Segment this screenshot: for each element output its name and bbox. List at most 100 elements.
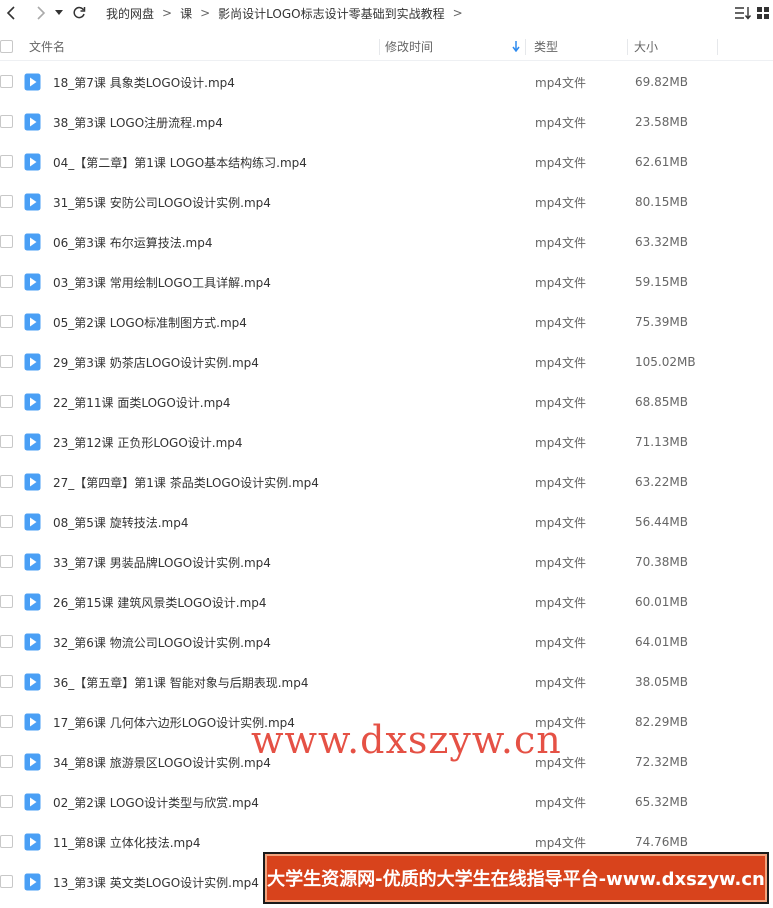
file-name[interactable]: 02_第2课 LOGO设计类型与欣赏.mp4 <box>53 794 259 811</box>
file-name[interactable]: 11_第8课 立体化技法.mp4 <box>53 834 200 851</box>
file-size: 23.58MB <box>635 115 688 129</box>
sort-list-icon <box>735 7 752 20</box>
file-size: 71.13MB <box>635 435 688 449</box>
file-row[interactable]: 08_第5课 旋转技法.mp4 mp4文件 56.44MB <box>0 502 773 542</box>
row-checkbox[interactable] <box>0 475 13 488</box>
row-checkbox[interactable] <box>0 595 13 608</box>
file-type: mp4文件 <box>535 235 586 250</box>
row-checkbox[interactable] <box>0 275 13 288</box>
file-row[interactable]: 27_【第四章】第1课 茶品类LOGO设计实例.mp4 mp4文件 63.22MB <box>0 462 773 502</box>
row-checkbox[interactable] <box>0 875 13 888</box>
file-size: 69.82MB <box>635 75 688 89</box>
row-checkbox[interactable] <box>0 315 13 328</box>
row-checkbox[interactable] <box>0 355 13 368</box>
breadcrumb-item-current[interactable]: 影尚设计LOGO标志设计零基础到实战教程 <box>216 5 446 22</box>
file-name[interactable]: 33_第7课 男装品牌LOGO设计实例.mp4 <box>53 554 271 571</box>
breadcrumb-item-root[interactable]: 我的网盘 <box>104 5 156 22</box>
file-row[interactable]: 38_第3课 LOGO注册流程.mp4 mp4文件 23.58MB <box>0 102 773 142</box>
video-file-icon <box>24 273 41 291</box>
row-checkbox[interactable] <box>0 75 13 88</box>
file-size: 80.15MB <box>635 195 688 209</box>
file-row[interactable]: 22_第11课 面类LOGO设计.mp4 mp4文件 68.85MB <box>0 382 773 422</box>
chevron-right-icon <box>37 6 46 20</box>
file-row[interactable]: 06_第3课 布尔运算技法.mp4 mp4文件 63.32MB <box>0 222 773 262</box>
row-checkbox[interactable] <box>0 755 13 768</box>
file-type: mp4文件 <box>535 515 586 530</box>
row-checkbox[interactable] <box>0 195 13 208</box>
file-row[interactable]: 04_【第二章】第1课 LOGO基本结构练习.mp4 mp4文件 62.61MB <box>0 142 773 182</box>
row-checkbox[interactable] <box>0 675 13 688</box>
file-row[interactable]: 29_第3课 奶茶店LOGO设计实例.mp4 mp4文件 105.02MB <box>0 342 773 382</box>
chevron-left-icon <box>6 6 15 20</box>
file-name[interactable]: 18_第7课 具象类LOGO设计.mp4 <box>53 74 235 91</box>
file-name[interactable]: 32_第6课 物流公司LOGO设计实例.mp4 <box>53 634 271 651</box>
file-row[interactable]: 05_第2课 LOGO标准制图方式.mp4 mp4文件 75.39MB <box>0 302 773 342</box>
row-checkbox[interactable] <box>0 795 13 808</box>
row-checkbox[interactable] <box>0 115 13 128</box>
grid-view-icon <box>757 7 769 19</box>
file-type: mp4文件 <box>535 75 586 90</box>
file-name[interactable]: 26_第15课 建筑风景类LOGO设计.mp4 <box>53 594 267 611</box>
row-checkbox[interactable] <box>0 515 13 528</box>
video-file-icon <box>24 633 41 651</box>
row-checkbox[interactable] <box>0 635 13 648</box>
file-name[interactable]: 23_第12课 正负形LOGO设计.mp4 <box>53 434 243 451</box>
row-checkbox[interactable] <box>0 835 13 848</box>
video-file-icon <box>24 873 41 891</box>
file-name[interactable]: 22_第11课 面类LOGO设计.mp4 <box>53 394 231 411</box>
file-row[interactable]: 26_第15课 建筑风景类LOGO设计.mp4 mp4文件 60.01MB <box>0 582 773 622</box>
column-header-size[interactable]: 大小 <box>628 33 718 61</box>
column-header-modified[interactable]: 修改时间 <box>380 33 526 61</box>
file-name[interactable]: 27_【第四章】第1课 茶品类LOGO设计实例.mp4 <box>53 474 319 491</box>
row-checkbox[interactable] <box>0 395 13 408</box>
file-type: mp4文件 <box>535 555 586 570</box>
row-checkbox[interactable] <box>0 715 13 728</box>
file-size: 68.85MB <box>635 395 688 409</box>
file-name[interactable]: 31_第5课 安防公司LOGO设计实例.mp4 <box>53 194 271 211</box>
watermark-banner: 大学生资源网-优质的大学生在线指导平台-www.dxszyw.cn <box>263 852 769 904</box>
file-row[interactable]: 31_第5课 安防公司LOGO设计实例.mp4 mp4文件 80.15MB <box>0 182 773 222</box>
row-checkbox[interactable] <box>0 555 13 568</box>
video-file-icon <box>24 673 41 691</box>
row-checkbox[interactable] <box>0 235 13 248</box>
file-size: 59.15MB <box>635 275 688 289</box>
column-header-name-label: 文件名 <box>29 40 66 54</box>
file-name[interactable]: 13_第3课 英文类LOGO设计实例.mp4 <box>53 874 259 891</box>
refresh-button[interactable] <box>68 0 90 26</box>
file-name[interactable]: 08_第5课 旋转技法.mp4 <box>53 514 188 531</box>
file-name[interactable]: 04_【第二章】第1课 LOGO基本结构练习.mp4 <box>53 154 307 171</box>
file-name[interactable]: 34_第8课 旅游景区LOGO设计实例.mp4 <box>53 754 271 771</box>
file-list-header: 文件名 修改时间 类型 大小 <box>0 33 773 61</box>
file-name[interactable]: 29_第3课 奶茶店LOGO设计实例.mp4 <box>53 354 259 371</box>
file-size: 82.29MB <box>635 715 688 729</box>
file-row[interactable]: 33_第7课 男装品牌LOGO设计实例.mp4 mp4文件 70.38MB <box>0 542 773 582</box>
forward-button[interactable] <box>30 0 52 26</box>
view-mode-button[interactable] <box>755 4 771 22</box>
file-name[interactable]: 05_第2课 LOGO标准制图方式.mp4 <box>53 314 247 331</box>
column-header-name[interactable]: 文件名 <box>0 33 380 61</box>
row-checkbox[interactable] <box>0 155 13 168</box>
sort-descending-icon <box>512 40 520 52</box>
file-row[interactable]: 18_第7课 具象类LOGO设计.mp4 mp4文件 69.82MB <box>0 62 773 102</box>
breadcrumb-item-course[interactable]: 课 <box>178 5 194 22</box>
file-name[interactable]: 06_第3课 布尔运算技法.mp4 <box>53 234 212 251</box>
sort-mode-button[interactable] <box>733 4 753 22</box>
file-name[interactable]: 36_【第五章】第1课 智能对象与后期表现.mp4 <box>53 674 308 691</box>
row-checkbox[interactable] <box>0 435 13 448</box>
file-size: 60.01MB <box>635 595 688 609</box>
file-row[interactable]: 02_第2课 LOGO设计类型与欣赏.mp4 mp4文件 65.32MB <box>0 782 773 822</box>
file-row[interactable]: 36_【第五章】第1课 智能对象与后期表现.mp4 mp4文件 38.05MB <box>0 662 773 702</box>
file-size: 63.22MB <box>635 475 688 489</box>
file-row[interactable]: 32_第6课 物流公司LOGO设计实例.mp4 mp4文件 64.01MB <box>0 622 773 662</box>
file-name[interactable]: 03_第3课 常用绘制LOGO工具详解.mp4 <box>53 274 271 291</box>
file-row[interactable]: 03_第3课 常用绘制LOGO工具详解.mp4 mp4文件 59.15MB <box>0 262 773 302</box>
history-dropdown-button[interactable] <box>52 0 66 26</box>
column-header-type[interactable]: 类型 <box>526 33 628 61</box>
file-type: mp4文件 <box>535 435 586 450</box>
file-name[interactable]: 38_第3课 LOGO注册流程.mp4 <box>53 114 223 131</box>
video-file-icon <box>24 433 41 451</box>
video-file-icon <box>24 593 41 611</box>
file-row[interactable]: 23_第12课 正负形LOGO设计.mp4 mp4文件 71.13MB <box>0 422 773 462</box>
back-button[interactable] <box>0 0 22 26</box>
file-size: 75.39MB <box>635 315 688 329</box>
